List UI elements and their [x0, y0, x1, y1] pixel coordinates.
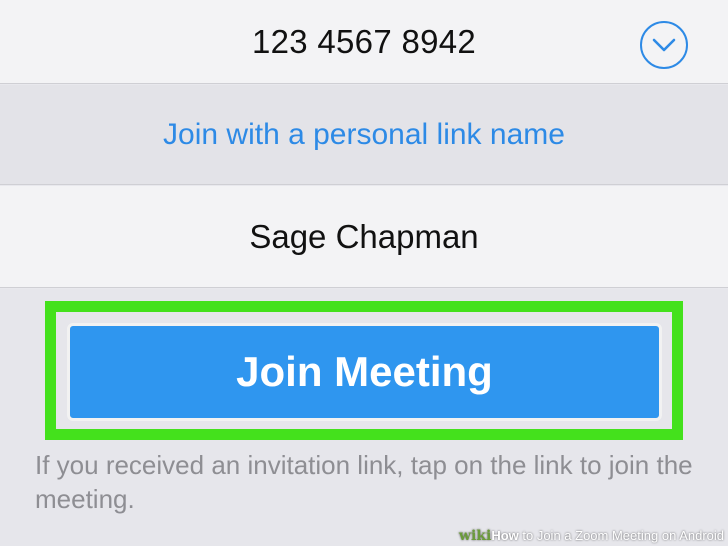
meeting-id-dropdown-button[interactable]: [640, 21, 688, 69]
invitation-help-text: If you received an invitation link, tap …: [35, 450, 693, 514]
meeting-id-field[interactable]: 123 4567 8942: [0, 0, 728, 84]
personal-link-option[interactable]: Join with a personal link name: [0, 85, 728, 185]
watermark-title: to Join a Zoom Meeting on Android: [518, 528, 724, 543]
watermark-how: How: [491, 528, 519, 543]
chevron-down-icon: [652, 38, 676, 52]
meeting-id-value: 123 4567 8942: [251, 22, 477, 60]
watermark: wikiHow to Join a Zoom Meeting on Androi…: [459, 528, 724, 544]
display-name-value: Sage Chapman: [249, 217, 479, 255]
personal-link-label: Join with a personal link name: [163, 117, 565, 151]
display-name-field[interactable]: Sage Chapman: [0, 186, 728, 288]
join-meeting-label: Join Meeting: [236, 348, 493, 395]
join-meeting-button[interactable]: Join Meeting: [67, 323, 662, 421]
watermark-brand: wiki: [458, 528, 492, 544]
